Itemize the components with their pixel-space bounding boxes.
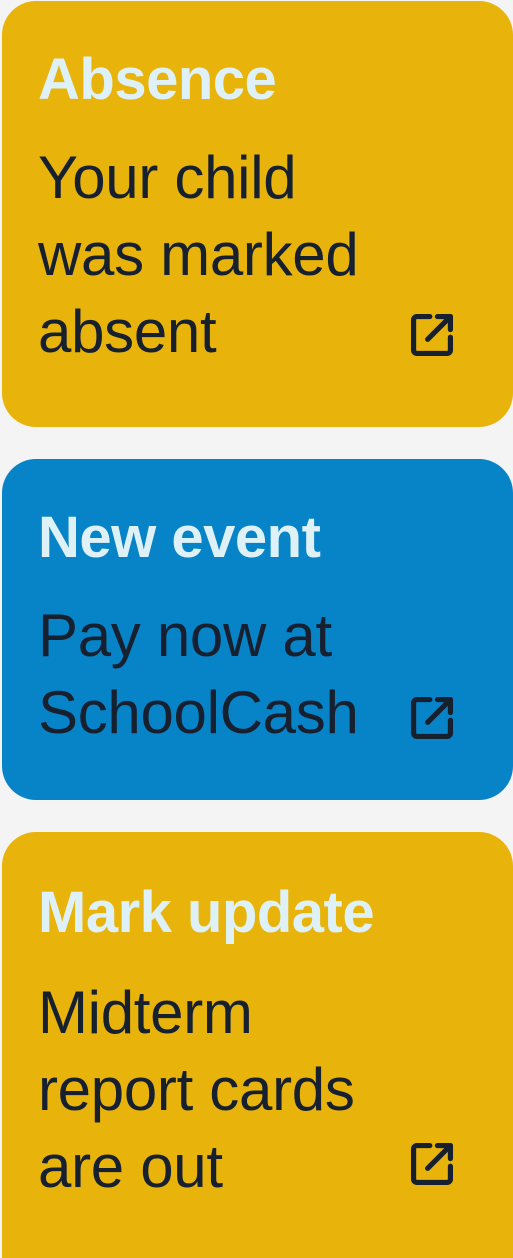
card-message-line: was marked	[38, 221, 359, 288]
card-message-line: absent	[38, 298, 217, 365]
card-message: Pay now at SchoolCash	[38, 597, 398, 751]
notification-card-new-event[interactable]: New event Pay now at SchoolCash	[2, 459, 513, 800]
external-link-icon[interactable]	[406, 1138, 458, 1190]
card-message-line: Midterm	[38, 979, 253, 1046]
external-link-icon[interactable]	[406, 692, 458, 744]
card-message-line: are out	[38, 1133, 223, 1200]
card-message: Your child was marked absent	[38, 139, 398, 370]
notification-card-mark-update[interactable]: Mark update Midterm report cards are out	[2, 832, 513, 1258]
card-message: Midterm report cards are out	[38, 974, 398, 1205]
card-title: Mark update	[38, 880, 375, 945]
card-message-line: report cards	[38, 1056, 355, 1123]
card-message-line: SchoolCash	[38, 679, 359, 746]
card-title: Absence	[38, 47, 277, 112]
card-message-line: Your child	[38, 144, 297, 211]
external-link-icon[interactable]	[406, 309, 458, 361]
notification-card-absence[interactable]: Absence Your child was marked absent	[2, 1, 513, 427]
card-message-line: Pay now at	[38, 602, 332, 669]
card-title: New event	[38, 505, 321, 570]
